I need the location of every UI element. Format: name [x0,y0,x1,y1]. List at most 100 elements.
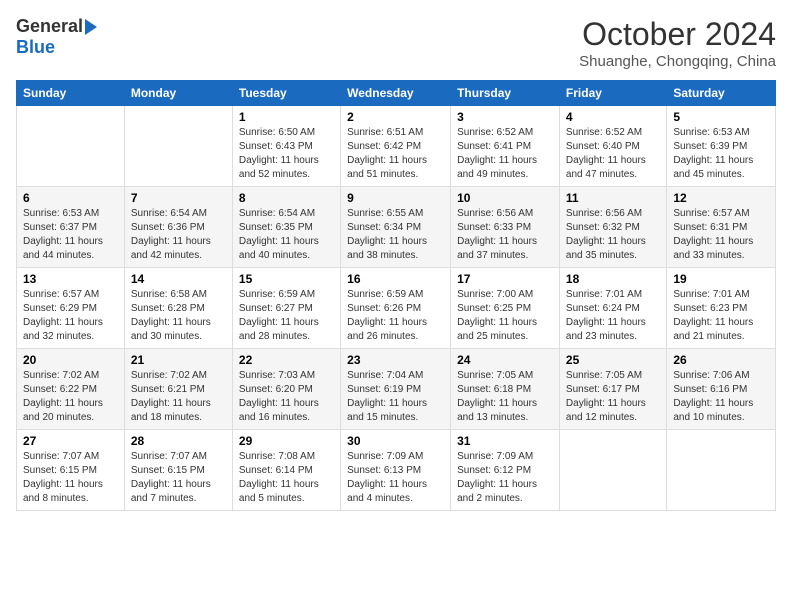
calendar-cell: 18 Sunrise: 7:01 AM Sunset: 6:24 PM Dayli… [559,268,666,349]
day-number: 16 [347,272,444,286]
day-number: 26 [673,353,769,367]
logo-blue-text: Blue [16,37,55,58]
calendar-cell [124,106,232,187]
day-number: 19 [673,272,769,286]
calendar-cell: 22Sunrise: 7:03 AM Sunset: 6:20 PM Dayli… [232,349,340,430]
title-block: October 2024 Shuanghe, Chongqing, China [579,16,776,70]
calendar-cell: 28 Sunrise: 7:07 AM Sunset: 6:15 PM Dayli… [124,430,232,511]
day-number: 30 [347,434,444,448]
day-info: Sunrise: 6:59 AM Sunset: 6:26 PM Dayligh… [347,288,444,344]
day-number: 23 [347,353,444,367]
day-info: Sunrise: 7:04 AM Sunset: 6:19 PM Dayligh… [347,369,444,425]
logo: General Blue [16,16,97,58]
calendar-cell: 27Sunrise: 7:07 AM Sunset: 6:15 PM Dayli… [17,430,125,511]
day-number: 28 [131,434,226,448]
day-info: Sunrise: 6:52 AM Sunset: 6:41 PM Dayligh… [457,126,553,182]
day-info: Sunrise: 6:54 AM Sunset: 6:36 PM Dayligh… [131,207,226,263]
calendar-week-row: 1 Sunrise: 6:50 AM Sunset: 6:43 PM Daylig… [17,106,776,187]
calendar-cell: 4Sunrise: 6:52 AM Sunset: 6:40 PM Daylig… [559,106,666,187]
weekday-header-sunday: Sunday [17,81,125,106]
day-info: Sunrise: 6:56 AM Sunset: 6:33 PM Dayligh… [457,207,553,263]
calendar-cell: 30 Sunrise: 7:09 AM Sunset: 6:13 PM Dayli… [341,430,451,511]
calendar-week-row: 27Sunrise: 7:07 AM Sunset: 6:15 PM Dayli… [17,430,776,511]
day-info: Sunrise: 6:58 AM Sunset: 6:28 PM Dayligh… [131,288,226,344]
day-number: 25 [566,353,660,367]
location-subtitle: Shuanghe, Chongqing, China [579,53,776,70]
calendar-cell [17,106,125,187]
calendar-cell: 8 Sunrise: 6:54 AM Sunset: 6:35 PM Daylig… [232,187,340,268]
day-number: 14 [131,272,226,286]
day-info: Sunrise: 7:03 AM Sunset: 6:20 PM Dayligh… [239,369,334,425]
day-number: 15 [239,272,334,286]
day-info: Sunrise: 6:53 AM Sunset: 6:37 PM Dayligh… [23,207,118,263]
logo-arrow-icon [85,19,97,35]
weekday-header-tuesday: Tuesday [232,81,340,106]
day-number: 2 [347,110,444,124]
day-info: Sunrise: 7:09 AM Sunset: 6:12 PM Dayligh… [457,450,553,506]
weekday-header-saturday: Saturday [667,81,776,106]
calendar-cell: 6 Sunrise: 6:53 AM Sunset: 6:37 PM Daylig… [17,187,125,268]
calendar-week-row: 20Sunrise: 7:02 AM Sunset: 6:22 PM Dayli… [17,349,776,430]
calendar-cell: 23 Sunrise: 7:04 AM Sunset: 6:19 PM Dayli… [341,349,451,430]
day-info: Sunrise: 7:07 AM Sunset: 6:15 PM Dayligh… [23,450,118,506]
calendar-cell: 25 Sunrise: 7:05 AM Sunset: 6:17 PM Dayli… [559,349,666,430]
day-number: 18 [566,272,660,286]
calendar-cell: 26 Sunrise: 7:06 AM Sunset: 6:16 PM Dayli… [667,349,776,430]
calendar-cell: 5Sunrise: 6:53 AM Sunset: 6:39 PM Daylig… [667,106,776,187]
day-info: Sunrise: 7:01 AM Sunset: 6:24 PM Dayligh… [566,288,660,344]
day-info: Sunrise: 6:59 AM Sunset: 6:27 PM Dayligh… [239,288,334,344]
month-title: October 2024 [579,16,776,53]
calendar-cell: 17 Sunrise: 7:00 AM Sunset: 6:25 PM Dayli… [451,268,560,349]
calendar-cell: 24 Sunrise: 7:05 AM Sunset: 6:18 PM Dayli… [451,349,560,430]
day-info: Sunrise: 6:57 AM Sunset: 6:31 PM Dayligh… [673,207,769,263]
weekday-header-friday: Friday [559,81,666,106]
calendar-cell [667,430,776,511]
calendar-table: SundayMondayTuesdayWednesdayThursdayFrid… [16,80,776,511]
day-info: Sunrise: 7:08 AM Sunset: 6:14 PM Dayligh… [239,450,334,506]
day-info: Sunrise: 7:07 AM Sunset: 6:15 PM Dayligh… [131,450,226,506]
calendar-cell: 14 Sunrise: 6:58 AM Sunset: 6:28 PM Dayli… [124,268,232,349]
day-number: 1 [239,110,334,124]
day-info: Sunrise: 6:53 AM Sunset: 6:39 PM Dayligh… [673,126,769,182]
day-info: Sunrise: 7:05 AM Sunset: 6:17 PM Dayligh… [566,369,660,425]
calendar-cell: 9 Sunrise: 6:55 AM Sunset: 6:34 PM Daylig… [341,187,451,268]
calendar-cell: 7 Sunrise: 6:54 AM Sunset: 6:36 PM Daylig… [124,187,232,268]
day-info: Sunrise: 7:06 AM Sunset: 6:16 PM Dayligh… [673,369,769,425]
calendar-header-row: SundayMondayTuesdayWednesdayThursdayFrid… [17,81,776,106]
day-number: 11 [566,191,660,205]
calendar-cell: 19 Sunrise: 7:01 AM Sunset: 6:23 PM Dayli… [667,268,776,349]
calendar-cell: 13Sunrise: 6:57 AM Sunset: 6:29 PM Dayli… [17,268,125,349]
day-number: 24 [457,353,553,367]
day-info: Sunrise: 7:00 AM Sunset: 6:25 PM Dayligh… [457,288,553,344]
day-info: Sunrise: 7:09 AM Sunset: 6:13 PM Dayligh… [347,450,444,506]
day-info: Sunrise: 6:55 AM Sunset: 6:34 PM Dayligh… [347,207,444,263]
page-header: General Blue October 2024 Shuanghe, Chon… [16,16,776,70]
day-info: Sunrise: 6:52 AM Sunset: 6:40 PM Dayligh… [566,126,660,182]
day-number: 6 [23,191,118,205]
calendar-cell: 12 Sunrise: 6:57 AM Sunset: 6:31 PM Dayli… [667,187,776,268]
calendar-cell: 21Sunrise: 7:02 AM Sunset: 6:21 PM Dayli… [124,349,232,430]
calendar-week-row: 13Sunrise: 6:57 AM Sunset: 6:29 PM Dayli… [17,268,776,349]
day-info: Sunrise: 7:05 AM Sunset: 6:18 PM Dayligh… [457,369,553,425]
day-number: 29 [239,434,334,448]
day-info: Sunrise: 7:01 AM Sunset: 6:23 PM Dayligh… [673,288,769,344]
day-number: 10 [457,191,553,205]
day-number: 20 [23,353,118,367]
day-number: 9 [347,191,444,205]
day-number: 8 [239,191,334,205]
calendar-cell: 11 Sunrise: 6:56 AM Sunset: 6:32 PM Dayli… [559,187,666,268]
day-number: 12 [673,191,769,205]
day-number: 7 [131,191,226,205]
day-info: Sunrise: 6:57 AM Sunset: 6:29 PM Dayligh… [23,288,118,344]
calendar-body: 1 Sunrise: 6:50 AM Sunset: 6:43 PM Daylig… [17,106,776,511]
calendar-cell: 20Sunrise: 7:02 AM Sunset: 6:22 PM Dayli… [17,349,125,430]
day-number: 17 [457,272,553,286]
logo-general-text: General [16,16,83,37]
calendar-cell: 1 Sunrise: 6:50 AM Sunset: 6:43 PM Daylig… [232,106,340,187]
calendar-cell: 2Sunrise: 6:51 AM Sunset: 6:42 PM Daylig… [341,106,451,187]
day-info: Sunrise: 6:56 AM Sunset: 6:32 PM Dayligh… [566,207,660,263]
calendar-cell: 16 Sunrise: 6:59 AM Sunset: 6:26 PM Dayli… [341,268,451,349]
day-info: Sunrise: 6:54 AM Sunset: 6:35 PM Dayligh… [239,207,334,263]
weekday-header-monday: Monday [124,81,232,106]
day-info: Sunrise: 6:50 AM Sunset: 6:43 PM Dayligh… [239,126,334,182]
